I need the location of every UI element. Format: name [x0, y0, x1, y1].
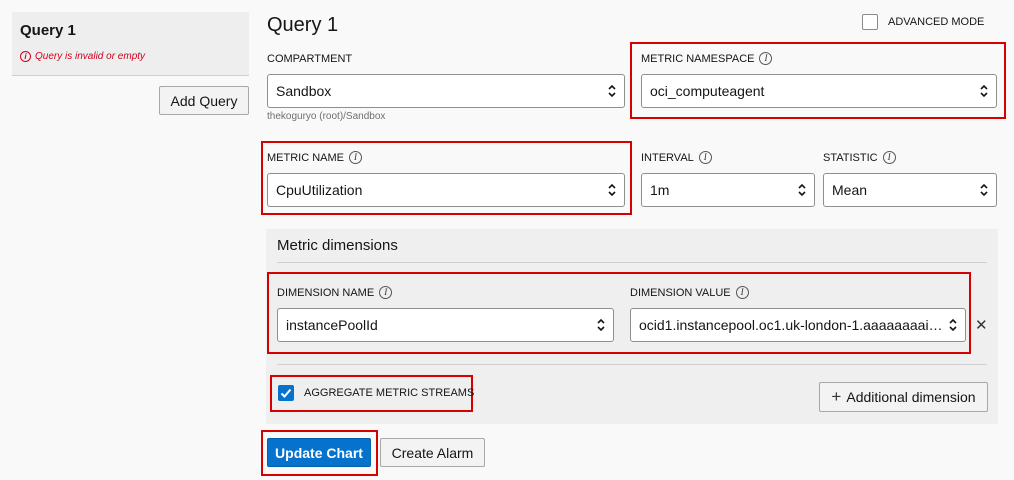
select-chevron-icon [597, 318, 605, 332]
query-card[interactable]: Query 1 i Query is invalid or empty [12, 12, 249, 76]
statistic-label: STATISTIC i [823, 151, 896, 164]
metric-dimensions-title: Metric dimensions [277, 237, 398, 254]
dimension-name-value: instancePoolId [286, 317, 378, 333]
interval-label: INTERVAL i [641, 151, 712, 164]
select-chevron-icon [608, 84, 616, 98]
info-icon[interactable]: i [379, 286, 393, 299]
metric-name-label: METRIC NAME i [267, 151, 362, 164]
info-icon[interactable]: i [759, 52, 773, 65]
select-chevron-icon [980, 84, 988, 98]
select-chevron-icon [608, 183, 616, 197]
select-chevron-icon [980, 183, 988, 197]
interval-value: 1m [650, 182, 670, 198]
metric-namespace-value: oci_computeagent [650, 83, 765, 99]
dimension-value-label: DIMENSION VALUE i [630, 286, 749, 299]
page-title: Query 1 [267, 14, 339, 36]
query-error-text: Query is invalid or empty [35, 51, 146, 62]
dimension-value-label-text: DIMENSION VALUE [630, 286, 731, 299]
info-icon[interactable]: i [735, 286, 749, 299]
error-icon: i [20, 51, 31, 62]
interval-select[interactable]: 1m [641, 173, 815, 207]
metric-name-select[interactable]: CpuUtilization [267, 173, 625, 207]
compartment-select-value: Sandbox [276, 83, 332, 99]
metric-name-label-text: METRIC NAME [267, 151, 344, 164]
info-icon[interactable]: i [698, 151, 712, 164]
dimension-name-select[interactable]: instancePoolId [277, 308, 614, 342]
dimension-name-label-text: DIMENSION NAME [277, 286, 375, 299]
checkmark-icon [280, 388, 292, 398]
update-chart-button[interactable]: Update Chart [267, 438, 371, 467]
dimension-name-label: DIMENSION NAME i [277, 286, 393, 299]
compartment-label: COMPARTMENT [267, 53, 352, 65]
select-chevron-icon [949, 318, 957, 332]
metric-namespace-label: METRIC NAMESPACE i [641, 52, 773, 65]
info-icon[interactable]: i [349, 151, 362, 164]
aggregate-metric-streams-label: AGGREGATE METRIC STREAMS [304, 387, 475, 399]
statistic-select[interactable]: Mean [823, 173, 997, 207]
metric-namespace-select[interactable]: oci_computeagent [641, 74, 997, 108]
dimension-value-select[interactable]: ocid1.instancepool.oc1.uk-london-1.aaaaa… [630, 308, 966, 342]
compartment-select[interactable]: Sandbox [267, 74, 625, 108]
query-card-title: Query 1 [20, 22, 76, 39]
dimension-value-value: ocid1.instancepool.oc1.uk-london-1.aaaaa… [639, 317, 943, 333]
aggregate-metric-streams-checkbox[interactable] [278, 385, 294, 401]
plus-icon: + [831, 387, 842, 406]
metric-name-value: CpuUtilization [276, 182, 363, 198]
compartment-label-text: COMPARTMENT [267, 53, 353, 65]
additional-dimension-label: Additional dimension [846, 389, 976, 405]
advanced-mode-label: ADVANCED MODE [888, 16, 985, 28]
advanced-mode-checkbox[interactable] [862, 14, 878, 30]
statistic-label-text: STATISTIC [823, 151, 878, 164]
remove-dimension-close-icon[interactable]: ✕ [975, 316, 988, 334]
query-error-message: i Query is invalid or empty [20, 51, 145, 62]
divider [277, 262, 987, 263]
info-icon[interactable]: i [882, 151, 896, 164]
metric-namespace-label-text: METRIC NAMESPACE [641, 52, 755, 65]
create-alarm-button[interactable]: Create Alarm [380, 438, 485, 467]
select-chevron-icon [798, 183, 806, 197]
compartment-path: thekoguryo (root)/Sandbox [267, 111, 386, 122]
interval-label-text: INTERVAL [641, 151, 694, 164]
add-query-button[interactable]: Add Query [159, 86, 249, 115]
statistic-value: Mean [832, 182, 868, 198]
additional-dimension-button[interactable]: + Additional dimension [819, 382, 988, 412]
divider [277, 364, 987, 365]
